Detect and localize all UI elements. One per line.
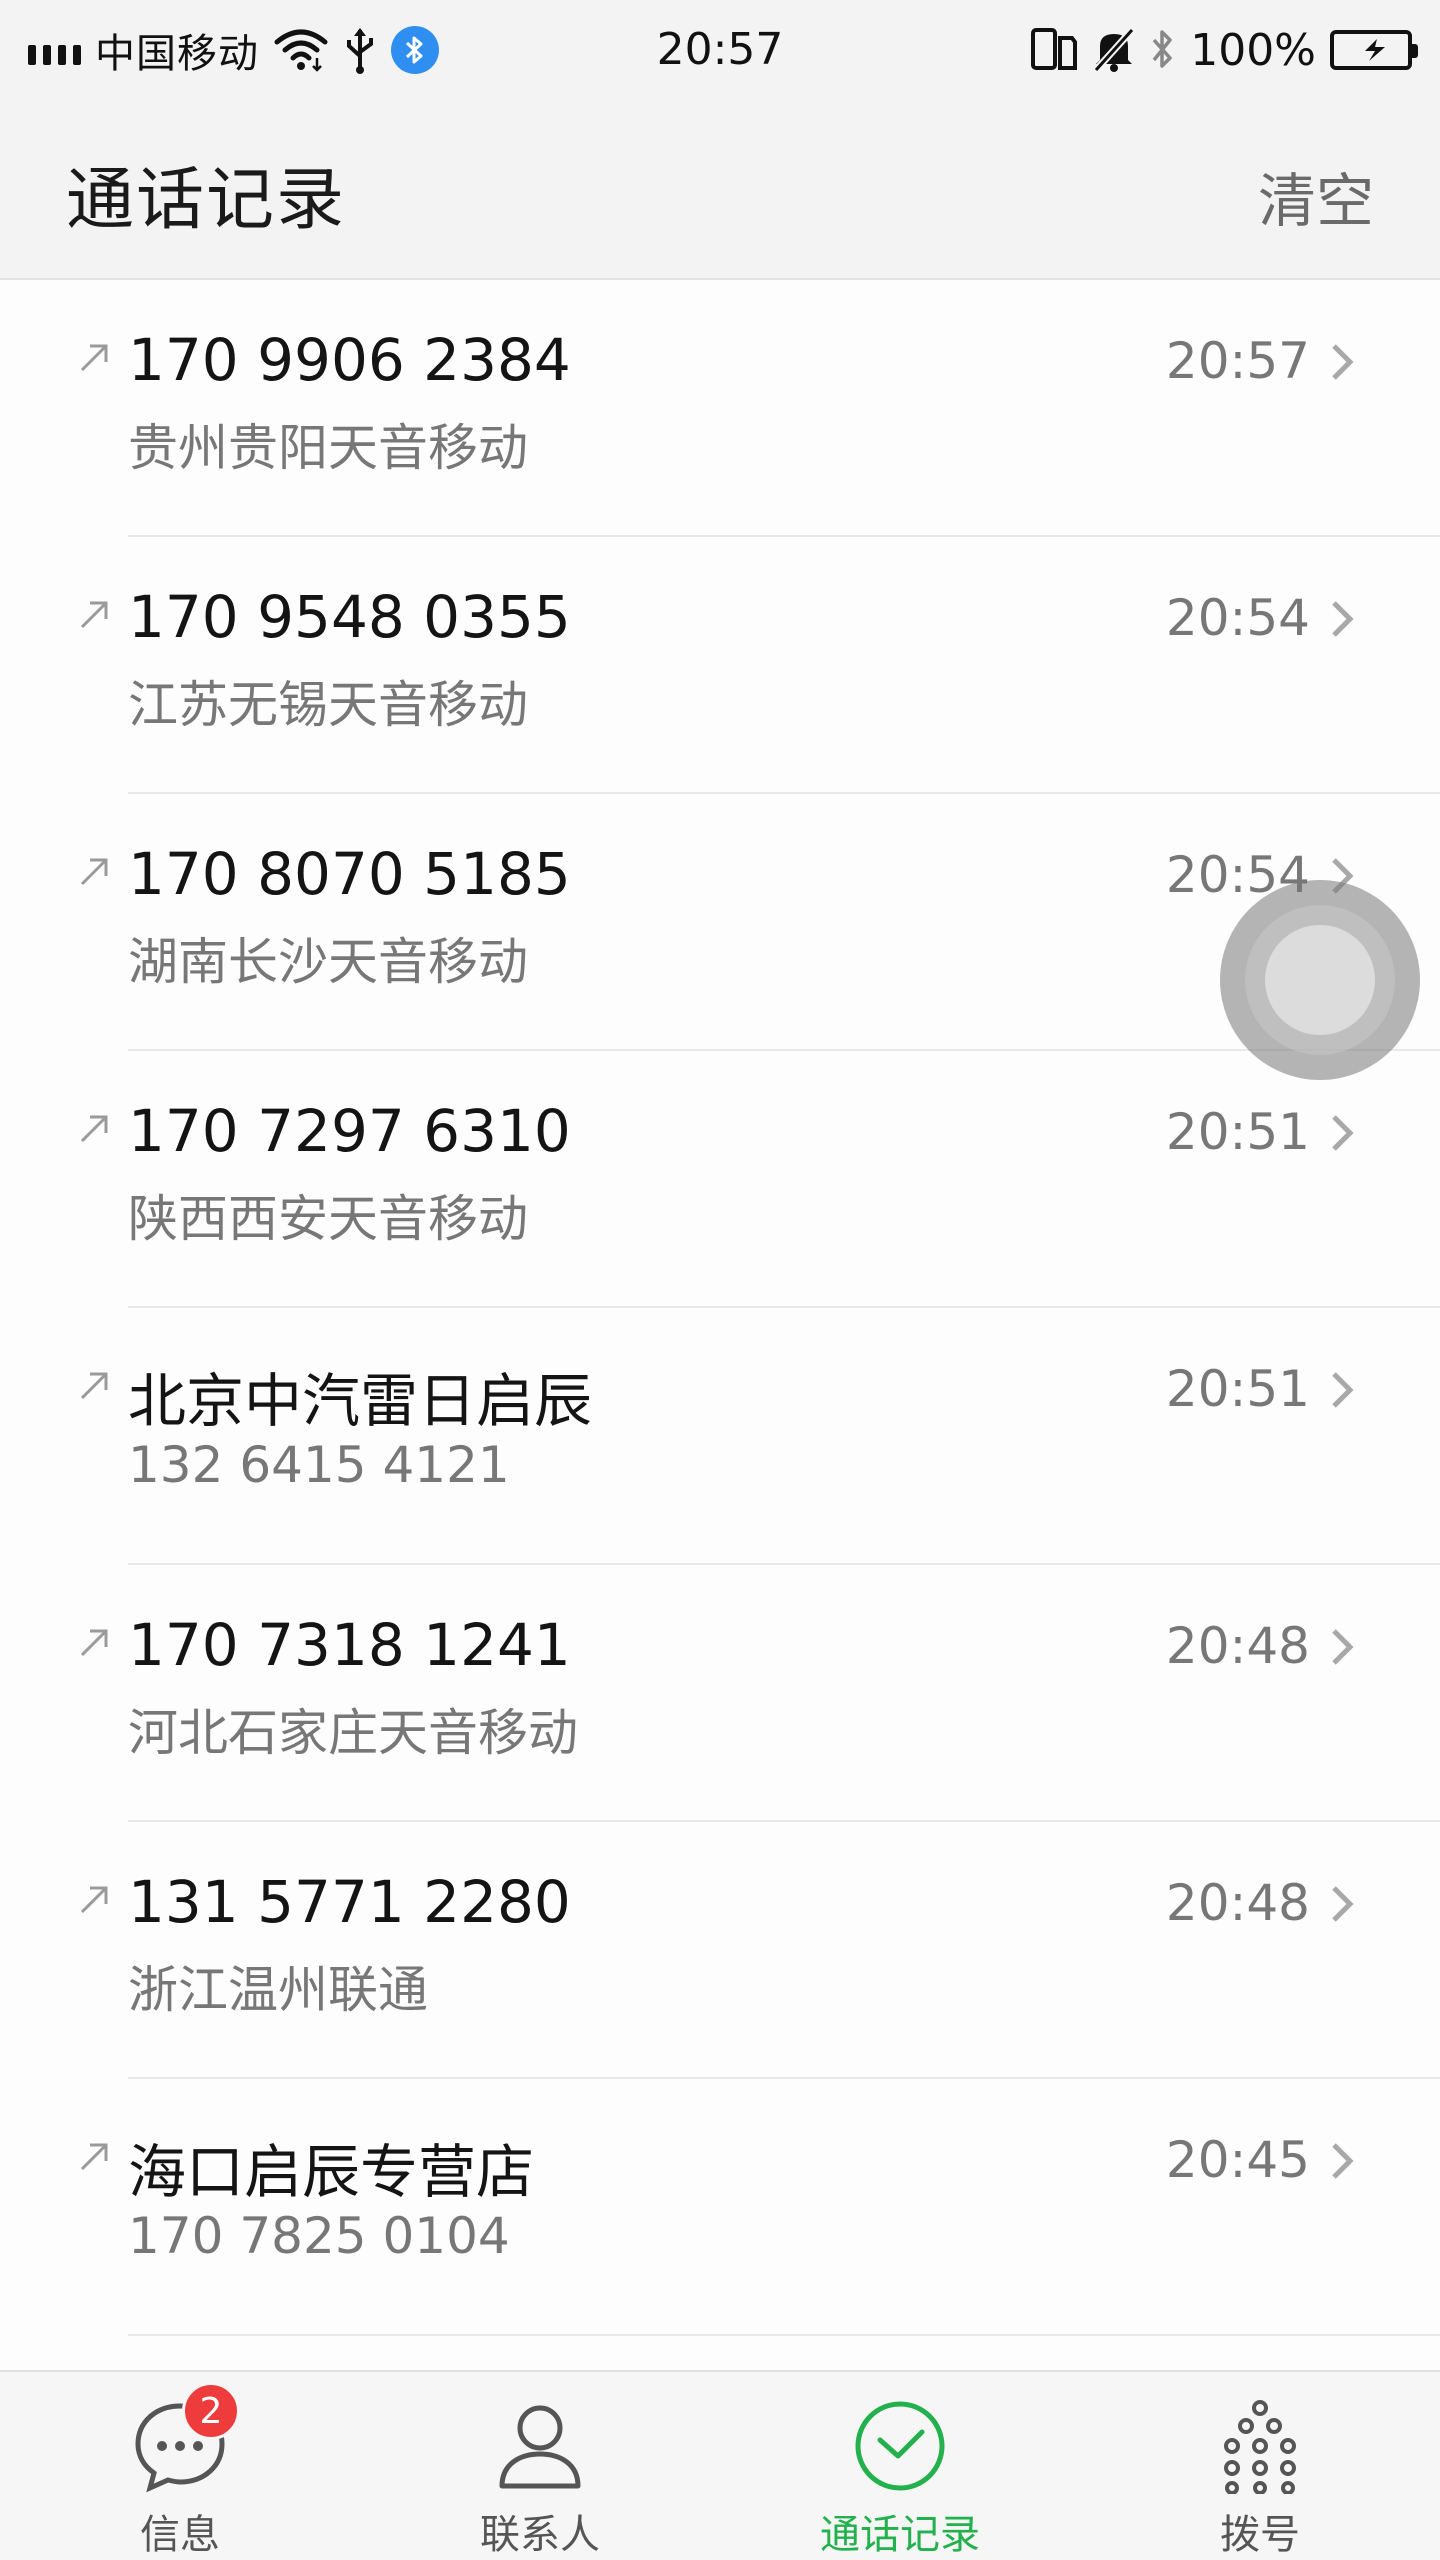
nav-item-call-log[interactable]: 通话记录 [720,2372,1080,2560]
call-log-item[interactable]: 131 5771 2280 浙江温州联通 20:48 [0,1822,1440,2079]
bottom-nav: 2 信息 联系人 通话记录 拨号 [0,2370,1440,2560]
call-primary-text: 170 7297 6310 [128,1097,571,1165]
call-primary-text: 170 8070 5185 [128,840,571,908]
signal-icon [28,35,81,65]
divider [128,2334,1440,2336]
call-log-item[interactable]: 北京中汽雷日启辰 132 6415 4121 20:51 [0,1308,1440,1565]
call-primary-text: 170 9906 2384 [128,326,571,394]
call-primary-text: 131 5771 2280 [128,1868,571,1936]
chevron-right-icon[interactable] [1328,1111,1358,1155]
call-secondary-text: 江苏无锡天音移动 [128,676,528,734]
outgoing-call-icon [80,1115,108,1143]
call-log-item[interactable]: 170 9548 0355 江苏无锡天音移动 20:54 [0,537,1440,794]
call-log-list[interactable]: 170 9906 2384 贵州贵阳天音移动 20:57 170 9548 03… [0,280,1440,2370]
chevron-right-icon[interactable] [1328,340,1358,384]
call-primary-text: 海口启辰专营店 [128,2138,535,2206]
chevron-right-icon[interactable] [1328,597,1358,641]
call-secondary-text: 湖南长沙天音移动 [128,933,528,991]
call-time: 20:51 [1165,1360,1310,1418]
outgoing-call-icon [80,858,108,886]
call-secondary-text: 170 7825 0104 [128,2207,510,2265]
carrier-name: 中国移动 [95,31,259,77]
call-primary-text: 北京中汽雷日启辰 [128,1367,593,1435]
chevron-right-icon[interactable] [1328,1368,1358,1412]
dialpad-icon [1210,2396,1310,2496]
outgoing-call-icon [80,344,108,372]
clear-button[interactable]: 清空 [1258,154,1374,238]
bluetooth-badge-icon [391,26,439,74]
wifi-icon [273,28,329,72]
call-time: 20:45 [1165,2131,1310,2189]
call-secondary-text: 河北石家庄天音移动 [128,1704,578,1762]
call-log-item[interactable]: 海口启辰专营店 170 7825 0104 20:45 [0,2079,1440,2336]
chevron-right-icon[interactable] [1328,2139,1358,2183]
outgoing-call-icon [80,1886,108,1914]
call-time: 20:51 [1165,1103,1310,1161]
message-icon: 2 [130,2382,240,2496]
outgoing-call-icon [80,2143,108,2171]
nav-label: 通话记录 [820,2512,980,2558]
nav-item-messages[interactable]: 2 信息 [0,2372,360,2560]
floating-assistive-button[interactable] [1220,880,1420,1080]
call-log-item[interactable]: 170 8070 5185 湖南长沙天音移动 20:54 [0,794,1440,1051]
floating-button-ring [1245,905,1395,1055]
status-bar-right: 100% [1030,0,1418,100]
contacts-icon [490,2396,590,2496]
outgoing-call-icon [80,1372,108,1400]
status-bar-left: 中国移动 [28,0,439,100]
dual-sim-icon [1030,26,1078,74]
floating-button-core [1265,925,1375,1035]
app-header: 通话记录 清空 [0,100,1440,280]
battery-icon [1330,30,1418,70]
nav-label: 联系人 [480,2512,600,2558]
nav-item-dialpad[interactable]: 拨号 [1080,2372,1440,2560]
call-time: 20:57 [1165,332,1310,390]
chevron-right-icon[interactable] [1328,1625,1358,1669]
call-log-item[interactable]: 170 7318 1241 河北石家庄天音移动 20:48 [0,1565,1440,1822]
call-log-item[interactable]: 170 7297 6310 陕西西安天音移动 20:51 [0,1051,1440,1308]
mute-icon [1092,26,1136,74]
status-bar: 中国移动 20:57 100% [0,0,1440,100]
outgoing-call-icon [80,601,108,629]
call-secondary-text: 132 6415 4121 [128,1436,510,1494]
nav-label: 信息 [140,2512,220,2558]
nav-label: 拨号 [1220,2512,1300,2558]
call-primary-text: 170 7318 1241 [128,1611,571,1679]
unread-badge: 2 [182,2382,240,2440]
bluetooth-icon [1150,26,1176,74]
call-log-item[interactable]: 170 9906 2384 贵州贵阳天音移动 20:57 [0,280,1440,537]
call-secondary-text: 贵州贵阳天音移动 [128,419,528,477]
call-time: 20:54 [1165,589,1310,647]
call-secondary-text: 浙江温州联通 [128,1961,428,2019]
outgoing-call-icon [80,1629,108,1657]
call-log-icon [850,2396,950,2496]
call-time: 20:48 [1165,1874,1310,1932]
call-secondary-text: 陕西西安天音移动 [128,1190,528,1248]
call-time: 20:48 [1165,1617,1310,1675]
chevron-right-icon[interactable] [1328,1882,1358,1926]
usb-icon [343,26,377,74]
call-primary-text: 170 9548 0355 [128,583,571,651]
page-title: 通话记录 [66,161,347,240]
nav-item-contacts[interactable]: 联系人 [360,2372,720,2560]
battery-percent: 100% [1190,24,1316,76]
